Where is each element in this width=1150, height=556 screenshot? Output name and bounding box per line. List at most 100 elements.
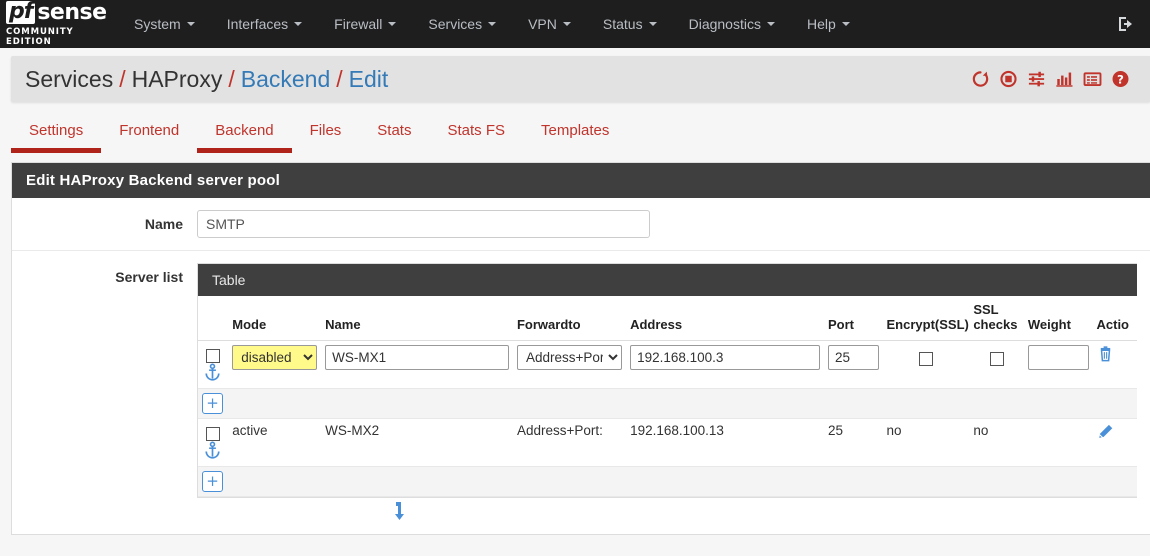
- name-input[interactable]: [197, 210, 650, 238]
- nav-item-system[interactable]: System: [118, 0, 211, 48]
- stop-service-icon[interactable]: [999, 70, 1018, 89]
- weight-input[interactable]: [1027, 345, 1089, 370]
- cell-mode: disabled: [228, 340, 322, 389]
- add-row-separator: +: [198, 466, 1137, 497]
- edit-pencil-icon[interactable]: [1097, 424, 1114, 444]
- th-address: Address: [626, 296, 824, 341]
- row-select-checkbox[interactable]: [206, 427, 220, 441]
- breadcrumb: Services / HAProxy / Backend / Edit: [25, 66, 388, 93]
- chevron-down-icon: [562, 22, 571, 26]
- chevron-down-icon: [186, 22, 195, 26]
- breadcrumb-part-backend[interactable]: Backend: [241, 66, 331, 92]
- server-table: Mode Name Forwardto Address Port Encrypt…: [198, 296, 1137, 497]
- nav-item-services[interactable]: Services: [412, 0, 512, 48]
- name-label: Name: [144, 216, 183, 232]
- stats-chart-icon[interactable]: [1055, 70, 1074, 89]
- cell-address: 192.168.100.13: [626, 418, 824, 467]
- navbar-spacer: [866, 0, 1106, 48]
- logout-button[interactable]: [1106, 0, 1150, 48]
- settings-sliders-icon[interactable]: [1027, 70, 1046, 89]
- tab-stats-fs[interactable]: Stats FS: [429, 110, 523, 162]
- tab-label: Templates: [541, 122, 610, 139]
- form-row-name: Name: [12, 198, 1150, 251]
- tab-label: Backend: [215, 122, 274, 139]
- delete-icon[interactable]: [1097, 346, 1114, 366]
- tab-frontend[interactable]: Frontend: [101, 110, 197, 162]
- move-rows-arrow[interactable]: [395, 500, 1150, 522]
- chevron-down-icon: [388, 22, 397, 26]
- cell-ssl-checks: no: [969, 418, 1024, 467]
- cell-actions: [1092, 340, 1137, 389]
- log-list-icon[interactable]: [1083, 70, 1102, 89]
- nav-item-vpn[interactable]: VPN: [512, 0, 587, 48]
- breadcrumb-part-edit[interactable]: Edit: [349, 66, 389, 92]
- add-server-button[interactable]: +: [202, 471, 223, 492]
- table-row: active WS-MX2 Address+Port: 192.168.100.…: [198, 418, 1137, 467]
- address-input[interactable]: [630, 345, 820, 370]
- cell-select: [198, 340, 229, 389]
- row-select-checkbox[interactable]: [206, 349, 220, 363]
- server-table-header-row: Mode Name Forwardto Address Port Encrypt…: [198, 296, 1137, 341]
- server-table-title: Table: [198, 264, 1137, 296]
- server-table-panel: Table Mode Name Forwardto Address Port E…: [197, 263, 1137, 498]
- nav-label: System: [134, 16, 181, 32]
- port-input[interactable]: [827, 345, 879, 370]
- help-icon[interactable]: ?: [1111, 70, 1130, 89]
- th-forwardto: Forwardto: [512, 296, 627, 341]
- cell-actions: [1092, 418, 1137, 467]
- th-ssl-checks-line2: checks: [973, 317, 1018, 332]
- th-name: Name: [321, 296, 513, 341]
- tab-backend[interactable]: Backend: [197, 110, 293, 162]
- server-name-input[interactable]: [325, 345, 509, 370]
- server-table-body: disabled Address+Por: [198, 340, 1137, 497]
- edit-backend-panel: Edit HAProxy Backend server pool Name Se…: [11, 162, 1150, 535]
- anchor-icon[interactable]: [204, 441, 221, 462]
- top-navbar: pf sense COMMUNITY EDITION System Interfa…: [0, 0, 1150, 48]
- forwardto-select[interactable]: Address+Por: [516, 345, 623, 370]
- breadcrumb-separator: /: [336, 65, 343, 92]
- logout-icon: [1119, 17, 1132, 31]
- restart-service-icon[interactable]: [971, 70, 990, 89]
- tab-files[interactable]: Files: [292, 110, 360, 162]
- th-select: [198, 296, 229, 341]
- tab-label: Frontend: [119, 122, 180, 139]
- th-weight: Weight: [1023, 296, 1093, 341]
- cell-port: [823, 340, 883, 389]
- nav-label: Diagnostics: [688, 16, 761, 32]
- nav-item-status[interactable]: Status: [587, 0, 673, 48]
- ssl-checks-checkbox[interactable]: [989, 352, 1004, 366]
- server-table-head: Mode Name Forwardto Address Port Encrypt…: [198, 296, 1137, 341]
- nav-label: Interfaces: [226, 16, 289, 32]
- breadcrumb-separator: /: [119, 65, 126, 92]
- cell-weight: [1023, 418, 1093, 467]
- cell-forwardto: Address+Port:: [512, 418, 627, 467]
- breadcrumb-bar: Services / HAProxy / Backend / Edit ?: [11, 56, 1150, 102]
- nav-item-help[interactable]: Help: [791, 0, 866, 48]
- mode-select[interactable]: disabled: [232, 345, 318, 370]
- tab-templates[interactable]: Templates: [523, 110, 627, 162]
- panel-title: Edit HAProxy Backend server pool: [12, 163, 1150, 198]
- nav-label: VPN: [528, 16, 557, 32]
- th-actions: Actio: [1092, 296, 1137, 341]
- tab-settings[interactable]: Settings: [11, 110, 102, 162]
- cell-name: WS-MX2: [321, 418, 513, 467]
- cell-port: 25: [823, 418, 883, 467]
- anchor-icon[interactable]: [204, 363, 221, 384]
- nav-label: Firewall: [334, 16, 383, 32]
- brand-sense-text: sense: [37, 0, 107, 25]
- tab-stats[interactable]: Stats: [359, 110, 429, 162]
- nav-item-interfaces[interactable]: Interfaces: [211, 0, 318, 48]
- nav-item-diagnostics[interactable]: Diagnostics: [673, 0, 791, 48]
- nav-item-firewall[interactable]: Firewall: [318, 0, 412, 48]
- chevron-down-icon: [648, 22, 657, 26]
- cell-ssl-checks: [969, 340, 1024, 389]
- add-server-button[interactable]: +: [202, 393, 223, 414]
- tab-label: Stats FS: [447, 122, 506, 139]
- encrypt-ssl-checkbox[interactable]: [918, 352, 933, 366]
- pfsense-logo[interactable]: pf sense COMMUNITY EDITION: [0, 0, 118, 48]
- nav-label: Status: [602, 16, 643, 32]
- svg-text:?: ?: [1117, 72, 1124, 86]
- nav-label: Help: [806, 16, 836, 32]
- navbar-menu: System Interfaces Firewall Services VPN …: [118, 0, 866, 48]
- chevron-down-icon: [841, 22, 850, 26]
